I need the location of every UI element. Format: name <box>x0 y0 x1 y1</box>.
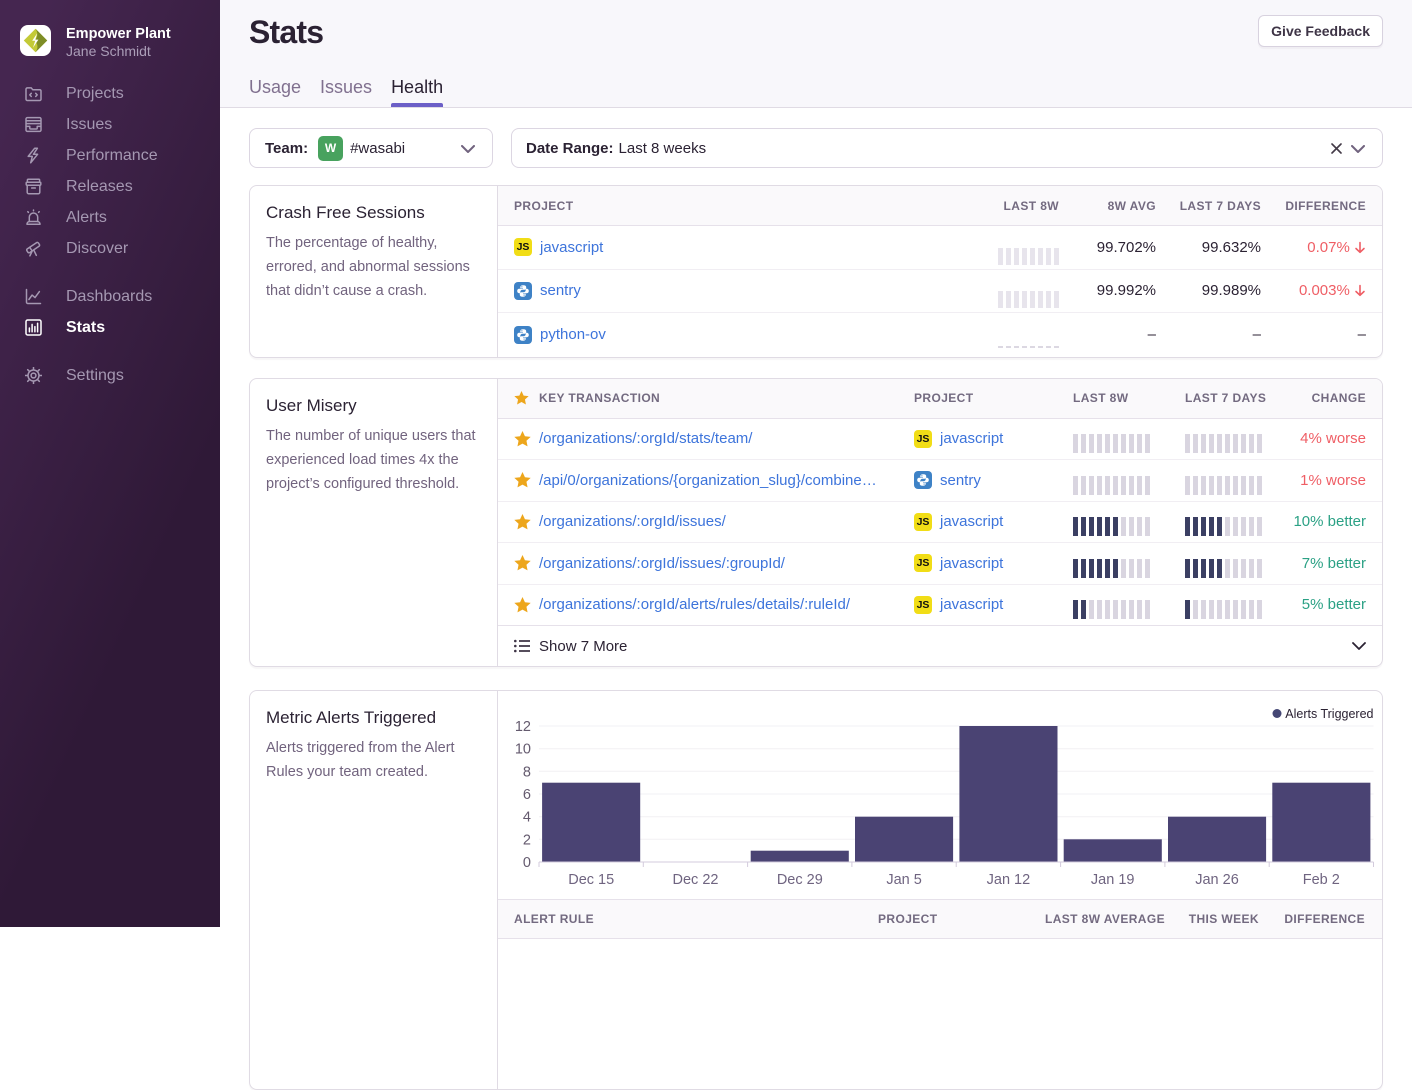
svg-text:8: 8 <box>523 764 531 780</box>
svg-text:Jan 12: Jan 12 <box>987 872 1031 888</box>
svg-text:Feb 2: Feb 2 <box>1303 872 1340 888</box>
svg-text:6: 6 <box>523 787 531 803</box>
svg-text:Jan 19: Jan 19 <box>1091 872 1135 888</box>
svg-text:4: 4 <box>523 810 531 826</box>
svg-text:Dec 15: Dec 15 <box>568 872 614 888</box>
svg-text:2: 2 <box>523 832 531 848</box>
svg-text:Jan 5: Jan 5 <box>886 872 921 888</box>
svg-text:Jan 26: Jan 26 <box>1195 872 1239 888</box>
svg-text:10: 10 <box>515 742 531 758</box>
svg-text:12: 12 <box>515 719 531 735</box>
svg-text:Dec 22: Dec 22 <box>673 872 719 888</box>
svg-text:Dec 29: Dec 29 <box>777 872 823 888</box>
svg-text:0: 0 <box>523 855 531 871</box>
svg-text:Alerts Triggered: Alerts Triggered <box>1285 707 1373 721</box>
